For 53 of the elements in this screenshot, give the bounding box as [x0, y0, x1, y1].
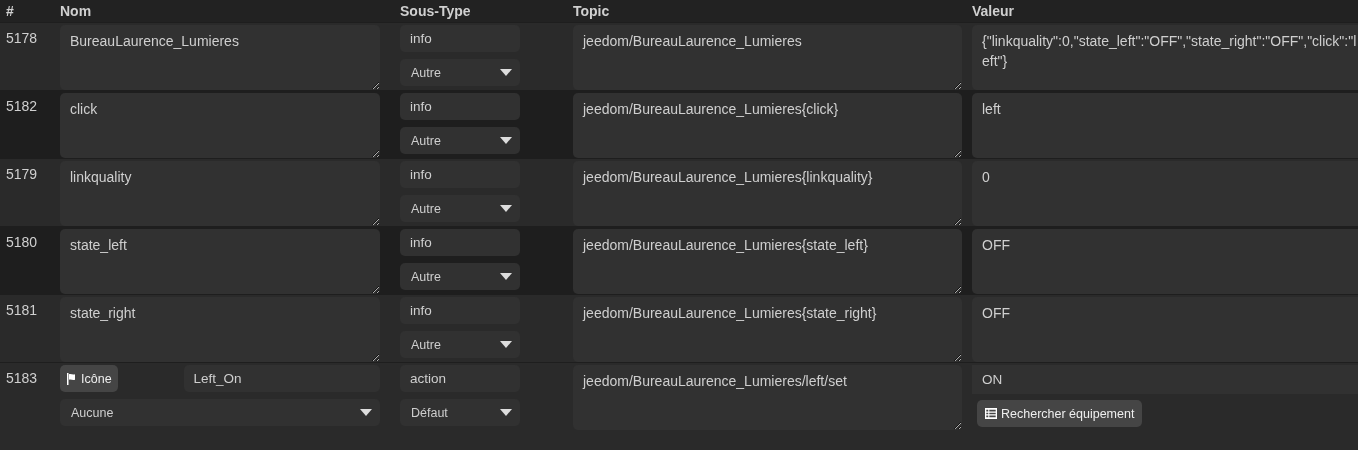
name-field[interactable]: state_left — [60, 229, 380, 294]
name-field[interactable]: Left_On — [183, 365, 380, 392]
row-id: 5180 — [5, 233, 39, 252]
select-field[interactable]: Autre — [400, 59, 520, 86]
caret-icon — [500, 409, 512, 416]
caret-icon — [500, 137, 512, 144]
topic-field[interactable]: jeedom/BureauLaurence_Lumieres — [573, 25, 962, 90]
column-header: Valeur — [972, 3, 1016, 19]
caret-icon — [500, 341, 512, 348]
type-field[interactable]: info — [400, 25, 520, 52]
value-field[interactable]: left — [972, 93, 1358, 158]
flag-icon — [66, 372, 78, 385]
name-field[interactable]: click — [60, 93, 380, 158]
icon-button[interactable]: Icône — [60, 365, 118, 392]
select-field[interactable]: Autre — [400, 127, 520, 154]
row-id: 5182 — [5, 97, 39, 116]
select-field[interactable]: Aucune — [60, 399, 380, 426]
type-field[interactable]: info — [400, 229, 520, 256]
topic-field[interactable]: jeedom/BureauLaurence_Lumieres{click} — [573, 93, 962, 158]
topic-field[interactable]: jeedom/BureauLaurence_Lumieres{linkquality} — [573, 161, 962, 226]
type-field[interactable]: info — [400, 297, 520, 324]
name-field[interactable]: linkquality — [60, 161, 380, 226]
name-field[interactable]: state_right — [60, 297, 380, 362]
topic-field[interactable]: jeedom/BureauLaurence_Lumieres{state_left} — [573, 229, 962, 294]
caret-icon — [500, 205, 512, 212]
value-field[interactable]: OFF — [972, 229, 1358, 294]
column-header: Sous-Type — [400, 3, 472, 19]
list-icon — [985, 408, 997, 419]
value-field[interactable]: OFF — [972, 297, 1358, 362]
row-id: 5178 — [5, 29, 39, 48]
topic-field[interactable]: jeedom/BureauLaurence_Lumieres{state_right} — [573, 297, 962, 362]
select-field[interactable]: Autre — [400, 195, 520, 222]
column-header: Nom — [60, 3, 93, 19]
select-field[interactable]: Autre — [400, 331, 520, 358]
caret-icon — [500, 273, 512, 280]
type-field[interactable]: action — [400, 365, 520, 392]
value-field[interactable]: {"linkquality":0,"state_left":"OFF","state_right":"OFF","click":"left"} — [972, 25, 1358, 90]
column-header: # — [5, 3, 15, 19]
topic-field[interactable]: jeedom/BureauLaurence_Lumieres/left/set — [573, 365, 962, 430]
row-id: 5181 — [5, 301, 39, 320]
type-field[interactable]: info — [400, 161, 520, 188]
value-field[interactable]: ON — [972, 365, 1358, 394]
type-field[interactable]: info — [400, 93, 520, 120]
row-id: 5179 — [5, 165, 39, 184]
select-field[interactable]: Autre — [400, 263, 520, 290]
search-equipment-button[interactable]: Rechercher équipement — [977, 400, 1143, 427]
column-header: Topic — [573, 3, 611, 19]
caret-icon — [500, 69, 512, 76]
value-field[interactable]: 0 — [972, 161, 1358, 226]
row-id: 5183 — [5, 369, 39, 388]
name-field[interactable]: BureauLaurence_Lumieres — [60, 25, 380, 90]
caret-icon — [360, 409, 372, 416]
select-field[interactable]: Défaut — [400, 399, 520, 426]
